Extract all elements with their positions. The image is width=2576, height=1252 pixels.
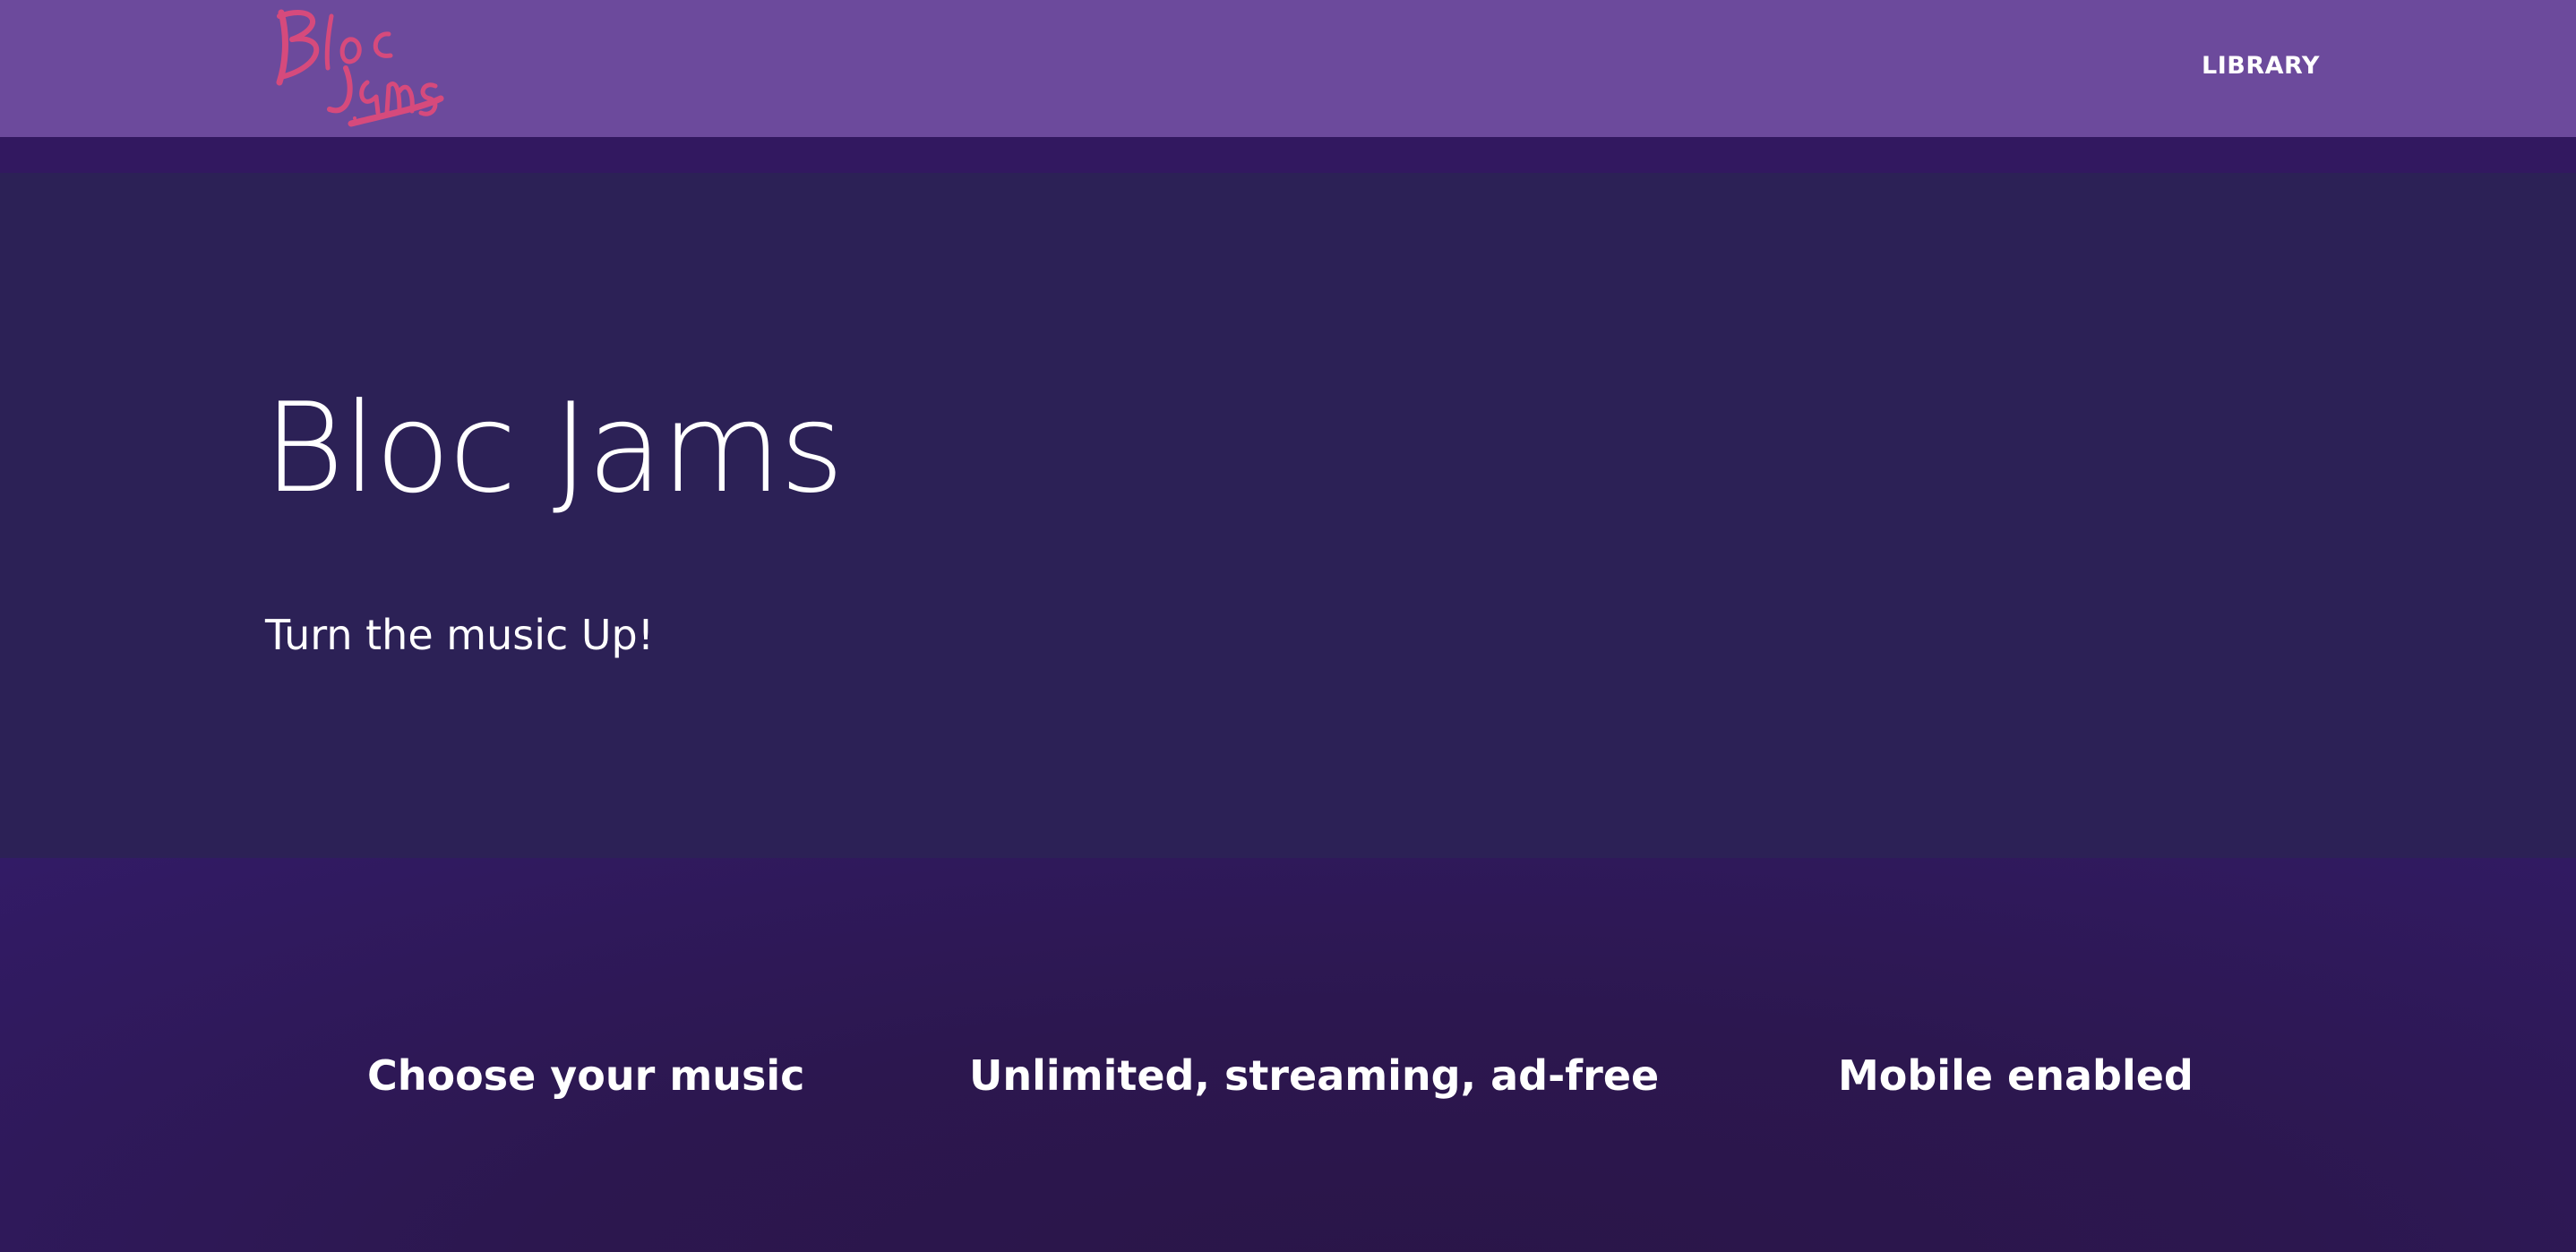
- header-divider-band: [0, 137, 2576, 173]
- hero-subtitle: Turn the music Up!: [265, 611, 655, 659]
- navbar: LIBRARY: [0, 0, 2576, 137]
- selling-point-unlimited-streaming: Unlimited, streaming, ad-free: [969, 1051, 1660, 1100]
- logo-icon: [276, 9, 444, 127]
- library-link[interactable]: LIBRARY: [2202, 54, 2320, 78]
- selling-point-choose-music: Choose your music: [367, 1051, 805, 1100]
- hero-title: Bloc Jams: [263, 376, 844, 520]
- selling-point-mobile-enabled: Mobile enabled: [1838, 1051, 2194, 1100]
- bloc-jams-logo[interactable]: [262, 4, 448, 127]
